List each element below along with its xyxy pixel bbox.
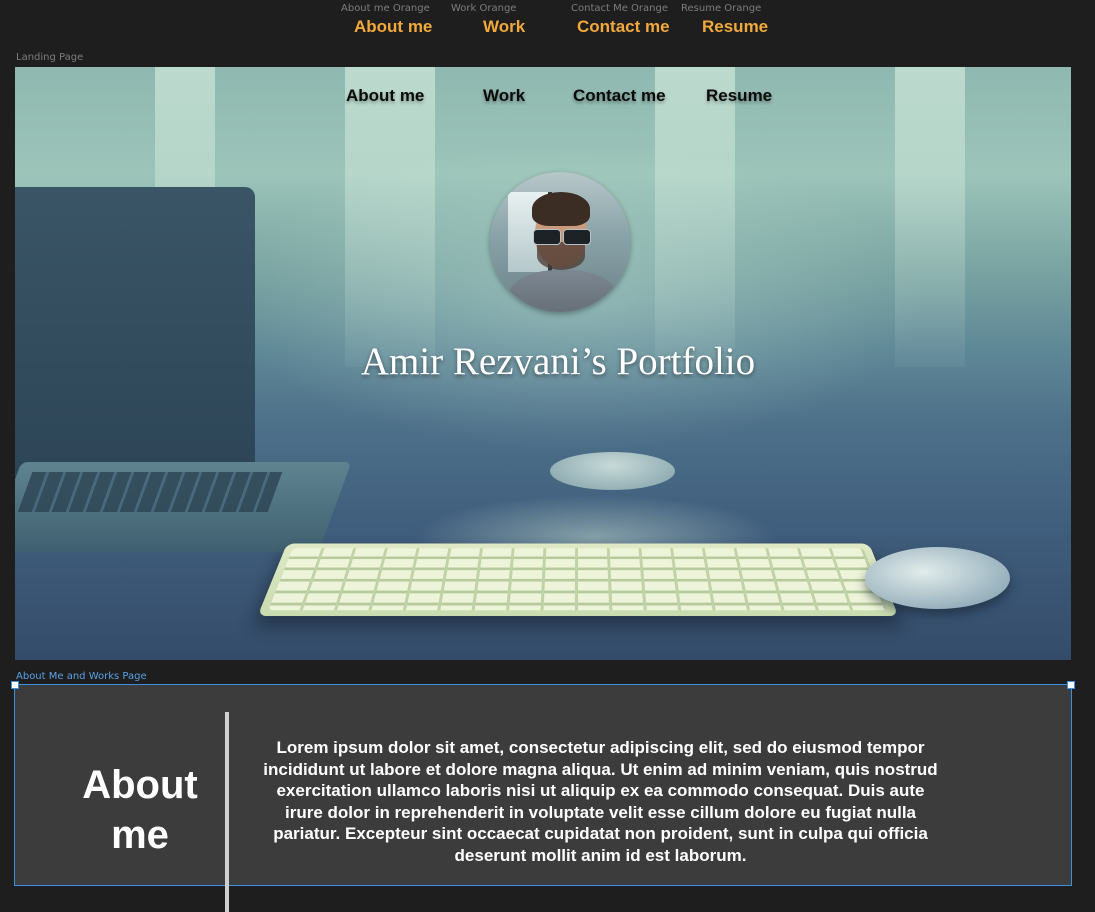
nav-work[interactable]: Work bbox=[483, 86, 525, 106]
nav-resume[interactable]: Resume bbox=[706, 86, 772, 106]
component-label: Resume bbox=[702, 17, 769, 36]
profile-avatar bbox=[490, 172, 630, 312]
component-caption: Work Orange bbox=[451, 3, 517, 14]
selection-handle-top-left[interactable] bbox=[11, 681, 19, 689]
component-caption: Contact Me Orange bbox=[571, 3, 668, 14]
portfolio-title: Amir Rezvani’s Portfolio bbox=[360, 340, 756, 383]
divider bbox=[225, 712, 229, 912]
landing-page-frame[interactable]: About me Work Contact me Resume Amir Rez… bbox=[15, 67, 1071, 660]
selection-handle-top-right[interactable] bbox=[1067, 681, 1075, 689]
about-me-page-frame[interactable]: About me Lorem ipsum dolor sit amet, con… bbox=[11, 681, 1075, 912]
component-label: Contact me bbox=[577, 17, 670, 36]
component-label: Work bbox=[483, 17, 526, 36]
nav-about-me[interactable]: About me bbox=[346, 86, 424, 106]
about-heading: About me bbox=[82, 763, 198, 857]
component-caption: Resume Orange bbox=[681, 3, 762, 14]
component-caption: About me Orange bbox=[341, 3, 430, 14]
nav-contact-me[interactable]: Contact me bbox=[573, 86, 666, 106]
frame-label-about[interactable]: About Me and Works Page bbox=[16, 671, 147, 682]
frame-label-landing[interactable]: Landing Page bbox=[16, 52, 83, 63]
component-label: About me bbox=[354, 17, 433, 36]
about-body-text: Lorem ipsum dolor sit amet, consectetur … bbox=[263, 738, 938, 865]
